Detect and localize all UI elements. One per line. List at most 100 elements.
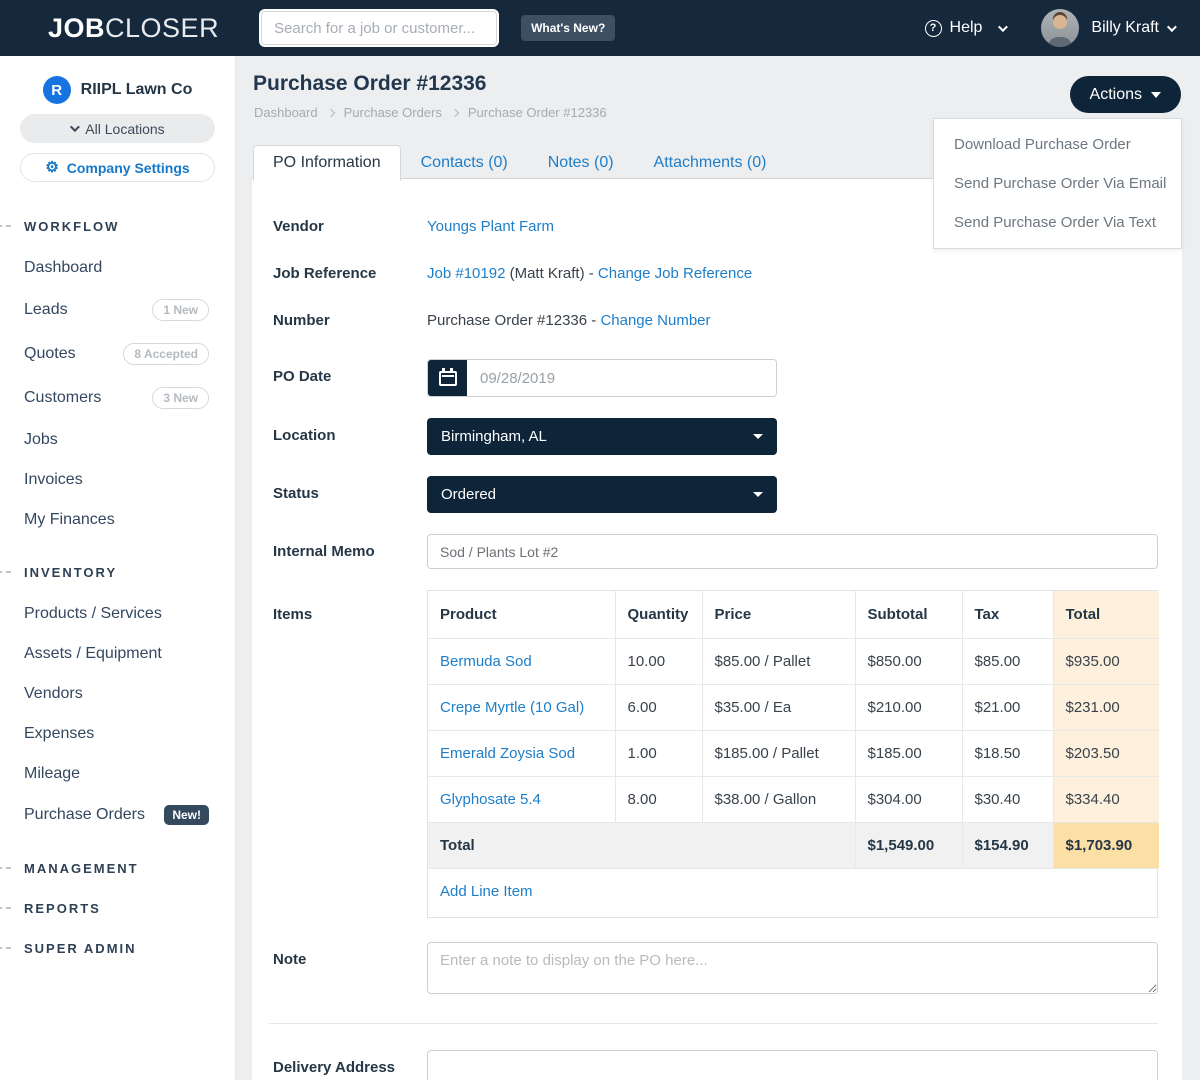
status-select[interactable]: Ordered (427, 476, 777, 513)
sidebar-item-badge: 1 New (152, 299, 209, 321)
calendar-button[interactable] (428, 360, 467, 396)
tab-po-information[interactable]: PO Information (253, 145, 401, 181)
note-textarea[interactable] (427, 942, 1158, 994)
sidebar-item-label: Assets / Equipment (24, 645, 162, 663)
sidebar-item-customers[interactable]: Customers3 New (0, 376, 235, 420)
caret-down-icon (753, 492, 763, 497)
sidebar-item-invoices[interactable]: Invoices (0, 460, 235, 500)
breadcrumb-item-purchase-orders[interactable]: Purchase Orders (344, 105, 442, 120)
product-link[interactable]: Bermuda Sod (440, 653, 532, 670)
cell-total: $231.00 (1053, 685, 1159, 731)
column-header-total: Total (1053, 591, 1159, 639)
sidebar-item-jobs[interactable]: Jobs (0, 420, 235, 460)
sidebar-item-label: Products / Services (24, 605, 162, 623)
menu-item-send-purchase-order-via-text[interactable]: Send Purchase Order Via Text (934, 203, 1181, 242)
table-row: Glyphosate 5.48.00$38.00 / Gallon$304.00… (428, 777, 1159, 823)
po-information-panel: Vendor Youngs Plant Farm Job Reference J… (252, 178, 1182, 1080)
sidebar-item-quotes[interactable]: Quotes8 Accepted (0, 332, 235, 376)
items-label: Items (273, 590, 427, 918)
chevron-down-icon (70, 122, 80, 132)
sidebar-item-badge: 8 Accepted (123, 343, 209, 365)
cell-total: $935.00 (1053, 639, 1159, 685)
location-select[interactable]: Birmingham, AL (427, 418, 777, 455)
sidebar-section-workflow[interactable]: WORKFLOW (0, 218, 235, 234)
po-date-input[interactable] (467, 360, 776, 396)
change-job-reference-link[interactable]: Change Job Reference (598, 265, 752, 282)
menu-item-send-purchase-order-via-email[interactable]: Send Purchase Order Via Email (934, 164, 1181, 203)
breadcrumb-item-purchase-order-12336[interactable]: Purchase Order #12336 (468, 105, 607, 120)
menu-item-download-purchase-order[interactable]: Download Purchase Order (934, 125, 1181, 164)
delivery-address-line1-input[interactable] (427, 1050, 1158, 1080)
tab-attachments-0[interactable]: Attachments (0) (634, 145, 787, 180)
sidebar-item-label: Vendors (24, 685, 83, 703)
po-date-row: PO Date (273, 359, 1158, 397)
sidebar-section-inventory[interactable]: INVENTORY (0, 564, 235, 580)
help-menu[interactable]: ? Help (925, 19, 1006, 37)
status-selected-value: Ordered (441, 486, 496, 503)
chevron-down-icon (1167, 22, 1177, 32)
product-link[interactable]: Glyphosate 5.4 (440, 791, 541, 808)
status-row: Status Ordered (273, 476, 1158, 513)
add-line-item-link[interactable]: Add Line Item (440, 883, 533, 900)
sidebar-item-assets-equipment[interactable]: Assets / Equipment (0, 634, 235, 674)
actions-button[interactable]: Actions (1070, 76, 1181, 113)
sidebar-item-products-services[interactable]: Products / Services (0, 594, 235, 634)
cell-quantity: 6.00 (615, 685, 702, 731)
column-header-price: Price (702, 591, 855, 639)
whats-new-button[interactable]: What's New? (521, 15, 615, 41)
sidebar-section-super-admin[interactable]: SUPER ADMIN (0, 940, 235, 956)
sidebar-section-reports[interactable]: REPORTS (0, 900, 235, 916)
sidebar: R RIIPL Lawn Co All Locations ⚙ Company … (0, 56, 236, 1080)
sidebar-item-mileage[interactable]: Mileage (0, 754, 235, 794)
cell-product: Bermuda Sod (428, 639, 615, 685)
change-number-link[interactable]: Change Number (600, 312, 710, 329)
dash-icon (0, 907, 11, 909)
cell-total: $203.50 (1053, 731, 1159, 777)
sidebar-item-expenses[interactable]: Expenses (0, 714, 235, 754)
user-avatar[interactable] (1041, 9, 1079, 47)
product-link[interactable]: Emerald Zoysia Sod (440, 745, 575, 762)
po-date-group (427, 359, 777, 397)
sidebar-item-label: Jobs (24, 431, 58, 449)
breadcrumb-item-dashboard[interactable]: Dashboard (254, 105, 318, 120)
main-area: Purchase Order #12336 Dashboard Purchase … (237, 56, 1200, 1080)
cell-quantity: 8.00 (615, 777, 702, 823)
cell-price: $85.00 / Pallet (702, 639, 855, 685)
tab-notes-0[interactable]: Notes (0) (528, 145, 634, 180)
all-locations-dropdown[interactable]: All Locations (20, 114, 215, 143)
sidebar-item-vendors[interactable]: Vendors (0, 674, 235, 714)
cell-tax: $21.00 (962, 685, 1053, 731)
user-menu[interactable]: Billy Kraft (1091, 19, 1174, 37)
dash-icon (0, 867, 11, 869)
sidebar-section-management[interactable]: MANAGEMENT (0, 860, 235, 876)
internal-memo-input[interactable] (427, 534, 1158, 569)
tab-contacts-0[interactable]: Contacts (0) (401, 145, 528, 180)
internal-memo-row: Internal Memo (273, 534, 1158, 569)
sidebar-item-label: Expenses (24, 725, 94, 743)
location-label: Location (273, 418, 427, 455)
sidebar-item-dashboard[interactable]: Dashboard (0, 248, 235, 288)
gear-icon: ⚙ (45, 160, 58, 175)
cell-product: Glyphosate 5.4 (428, 777, 615, 823)
breadcrumb: Dashboard Purchase Orders Purchase Order #… (254, 105, 607, 120)
dash-icon (0, 225, 11, 227)
note-row: Note (273, 942, 1158, 994)
chevron-down-icon (998, 22, 1008, 32)
job-reference-label: Job Reference (273, 265, 427, 282)
sidebar-item-leads[interactable]: Leads1 New (0, 288, 235, 332)
search-input[interactable] (261, 11, 497, 45)
sidebar-section-label: SUPER ADMIN (24, 941, 137, 956)
job-reference-owner: (Matt Kraft) - (510, 265, 594, 282)
help-icon: ? (925, 20, 942, 37)
vendor-link[interactable]: Youngs Plant Farm (427, 218, 554, 235)
product-link[interactable]: Crepe Myrtle (10 Gal) (440, 699, 584, 716)
app-logo[interactable]: JOBCLOSER (48, 13, 219, 44)
company-settings-button[interactable]: ⚙ Company Settings (20, 153, 215, 182)
sidebar-section-label: INVENTORY (24, 565, 117, 580)
sidebar-nav: WORKFLOW DashboardLeads1 NewQuotes8 Accep… (0, 182, 235, 956)
sidebar-item-purchase-orders[interactable]: Purchase OrdersNew! (0, 794, 235, 836)
sidebar-item-my-finances[interactable]: My Finances (0, 500, 235, 540)
total-grand: $1,703.90 (1053, 823, 1159, 869)
job-link[interactable]: Job #10192 (427, 265, 505, 282)
tab-bar: PO InformationContacts (0)Notes (0)Attac… (253, 145, 786, 180)
